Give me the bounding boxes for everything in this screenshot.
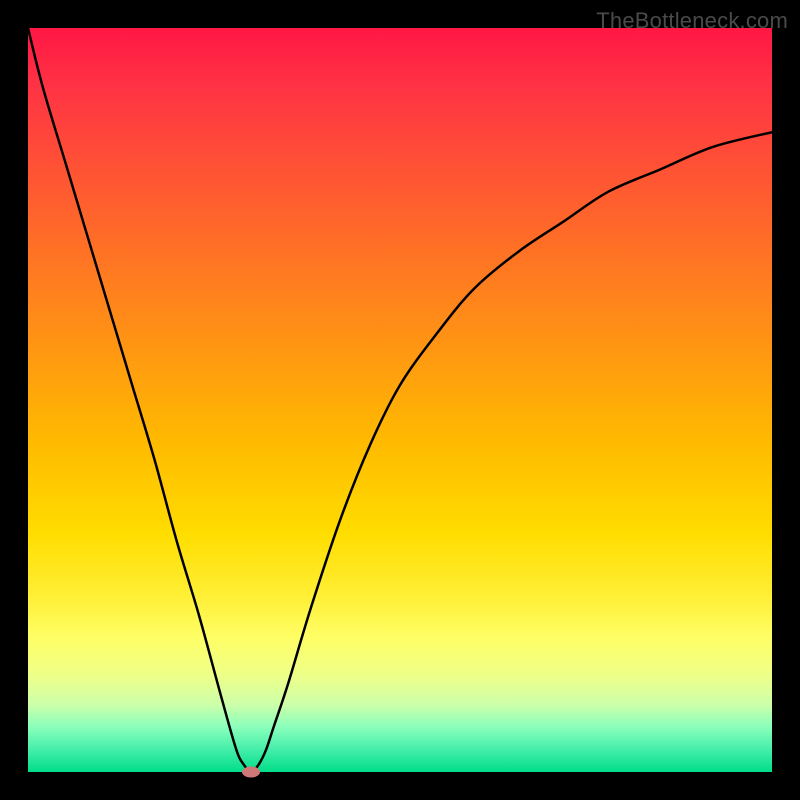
curve-layer [28, 28, 772, 772]
chart-container: TheBottleneck.com [0, 0, 800, 800]
bottleneck-curve [28, 28, 772, 772]
watermark-text: TheBottleneck.com [596, 8, 788, 34]
optimal-point-marker [242, 767, 260, 778]
